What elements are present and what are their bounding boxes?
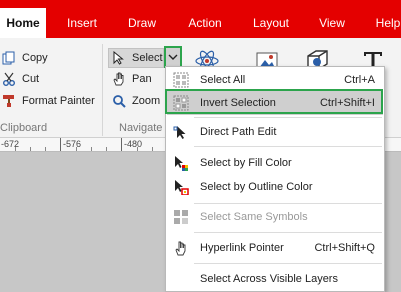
ruler-minor-tick bbox=[137, 147, 138, 151]
hyperlink-pointer-icon bbox=[175, 241, 186, 256]
menu-item-shortcut: Ctrl+A bbox=[344, 74, 375, 86]
menu-item-select-across-visible-layers[interactable]: Select Across Visible Layers bbox=[167, 267, 383, 291]
hand-icon bbox=[113, 72, 124, 86]
menu-separator bbox=[194, 232, 382, 233]
select-dropdown-menu: Select All Ctrl+A Invert Selection Ctrl+… bbox=[165, 66, 385, 292]
ruler-minor-tick bbox=[15, 147, 16, 151]
menu-item-direct-path-edit[interactable]: Direct Path Edit bbox=[167, 120, 383, 144]
menu-item-label: Select Across Visible Layers bbox=[200, 273, 338, 285]
chevron-down-icon bbox=[168, 54, 178, 60]
copy-button[interactable]: Copy bbox=[2, 48, 48, 68]
ruler-minor-tick bbox=[76, 147, 77, 151]
select-dropdown-button[interactable] bbox=[164, 46, 182, 68]
copy-icon bbox=[2, 51, 15, 65]
menu-separator bbox=[194, 203, 382, 204]
menu-item-hyperlink-pointer[interactable]: Hyperlink Pointer Ctrl+Shift+Q bbox=[167, 236, 383, 260]
ruler-tick-mark bbox=[60, 138, 61, 151]
clipboard-group-label: Clipboard bbox=[0, 122, 48, 134]
pan-label: Pan bbox=[132, 73, 152, 85]
outline-color-icon bbox=[175, 180, 189, 195]
cut-button[interactable]: Cut bbox=[2, 69, 39, 89]
paintbrush-icon bbox=[3, 95, 14, 107]
menu-separator bbox=[194, 146, 382, 147]
ruler-minor-tick bbox=[91, 147, 92, 151]
zoom-label: Zoom bbox=[132, 95, 161, 107]
direct-path-edit-icon bbox=[173, 126, 186, 139]
invert-selection-icon bbox=[173, 95, 189, 111]
menu-item-shortcut: Ctrl+Shift+Q bbox=[314, 242, 375, 254]
select-button[interactable]: Select bbox=[112, 48, 163, 68]
scissors-icon bbox=[3, 72, 15, 86]
menu-item-select-by-fill-color[interactable]: Select by Fill Color bbox=[167, 151, 383, 175]
select-all-icon bbox=[173, 72, 189, 88]
ruler-minor-tick bbox=[152, 147, 153, 151]
menu-separator bbox=[194, 117, 382, 118]
arrow-pointer-icon bbox=[113, 51, 124, 65]
menu-item-select-all[interactable]: Select All Ctrl+A bbox=[167, 68, 383, 92]
zoom-button[interactable]: Zoom bbox=[112, 91, 160, 111]
menu-item-select-same-symbols[interactable]: Select Same Symbols bbox=[167, 205, 383, 229]
ruler-minor-tick bbox=[45, 147, 46, 151]
menu-item-label: Invert Selection bbox=[200, 97, 276, 109]
cut-label: Cut bbox=[22, 73, 40, 85]
fill-color-icon bbox=[175, 156, 188, 171]
tab-home[interactable]: Home bbox=[0, 8, 46, 38]
magnifier-icon bbox=[113, 95, 126, 108]
menu-item-label: Select by Outline Color bbox=[200, 181, 313, 193]
ruler-label: -480 bbox=[124, 139, 143, 149]
menu-item-label: Direct Path Edit bbox=[200, 126, 277, 138]
select-label: Select bbox=[132, 52, 163, 64]
menu-item-label: Select Same Symbols bbox=[200, 211, 308, 223]
copy-label: Copy bbox=[22, 52, 48, 64]
format-painter-button[interactable]: Format Painter bbox=[2, 91, 95, 111]
menu-item-label: Select All bbox=[200, 74, 246, 86]
menu-item-invert-selection[interactable]: Invert Selection Ctrl+Shift+I bbox=[167, 91, 383, 115]
ruler-minor-tick bbox=[106, 147, 107, 151]
menu-item-label: Select by Fill Color bbox=[200, 157, 292, 169]
same-symbols-icon bbox=[174, 210, 188, 224]
menu-separator bbox=[194, 263, 382, 264]
ruler-label: -576 bbox=[63, 139, 82, 149]
menu-item-label: Hyperlink Pointer bbox=[200, 242, 284, 254]
navigate-group-label: Navigate bbox=[119, 122, 163, 134]
menu-item-select-by-outline-color[interactable]: Select by Outline Color bbox=[167, 175, 383, 199]
format-painter-label: Format Painter bbox=[22, 95, 95, 107]
ruler-label: -672 bbox=[1, 139, 20, 149]
ruler-minor-tick bbox=[30, 147, 31, 151]
ruler-tick-mark bbox=[121, 138, 122, 151]
menu-item-shortcut: Ctrl+Shift+I bbox=[319, 97, 375, 109]
group-divider bbox=[102, 44, 103, 136]
pan-button[interactable]: Pan bbox=[112, 69, 152, 89]
